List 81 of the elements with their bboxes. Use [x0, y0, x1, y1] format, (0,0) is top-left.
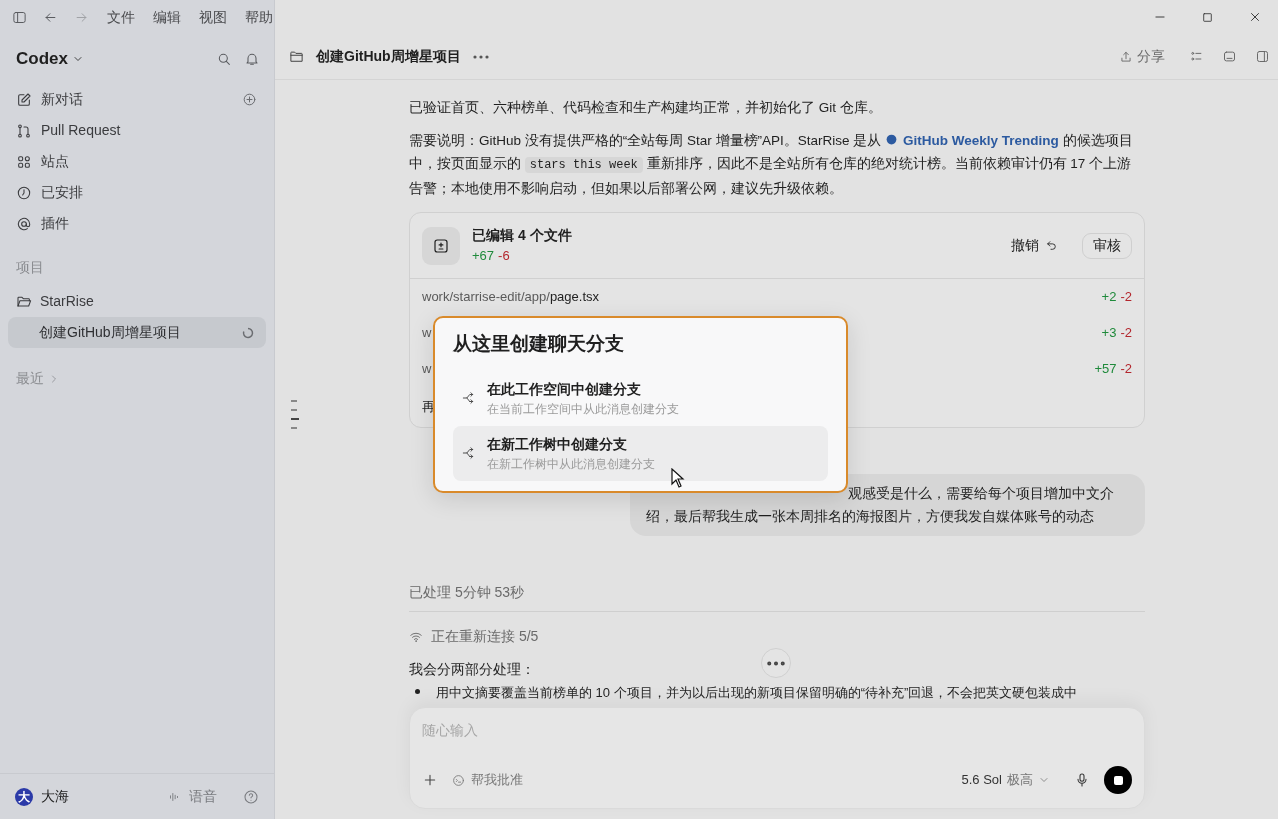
message-paragraph: 已验证首页、六种榜单、代码检查和生产构建均正常，并初始化了 Git 仓库。	[409, 99, 883, 117]
more-icon	[767, 660, 785, 666]
close-icon	[1248, 10, 1262, 24]
branch-arrow-icon	[461, 446, 475, 460]
share-button[interactable]: 分享	[1119, 46, 1165, 67]
status-text: 正在重新连接 5/5	[431, 627, 539, 646]
more-link[interactable]: 再	[422, 397, 435, 417]
menu-item[interactable]: 帮助	[245, 6, 273, 28]
upload-icon	[1119, 49, 1133, 64]
terminal-panel-icon	[1222, 49, 1237, 64]
file-path[interactable]: w	[422, 359, 432, 379]
menu-item[interactable]: 文件	[107, 6, 135, 28]
added-count: +2	[1101, 288, 1117, 307]
thread-title: 创建GitHub周增星项目	[316, 47, 461, 66]
input-field[interactable]: 随心输入	[422, 708, 1132, 752]
plus-icon	[422, 772, 438, 788]
scroll-markers-drawing	[291, 400, 299, 429]
message-paragraph: 我会分两部分处理：	[409, 660, 535, 679]
user-name: 大海	[41, 787, 69, 806]
bell-icon	[244, 51, 260, 67]
card-title: 已编辑 4 个文件	[472, 226, 572, 246]
search-icon	[216, 51, 232, 67]
removed-count: -2	[1120, 324, 1132, 343]
removed-count: -2	[1120, 288, 1132, 307]
removed-count: -6	[498, 247, 510, 266]
worked-duration: 已处理 5分钟 53秒	[409, 582, 1145, 612]
file-path[interactable]: w	[422, 323, 432, 343]
nav-item[interactable]: Pull Request	[41, 120, 121, 141]
more-icon	[472, 54, 489, 59]
plus-circle-icon	[242, 92, 257, 107]
message-paragraph: 需要说明：GitHub 没有提供严格的“全站每周 Star 增量榜”API。StarRise 是从 GitHub Weekly Trending 的候选项目中，按页面显示的 stars this week 重新排序，因此不是全站所有仓库的绝对统计榜。当前依赖审计仍有 17 个上游告警；本地使用不影响启动，但如果以后部署公网，建议先升级依赖。	[409, 132, 1134, 198]
bullet-icon	[415, 689, 420, 694]
pointer-icon	[671, 468, 685, 488]
sidebar-toggle-icon	[12, 9, 27, 25]
nav-item[interactable]: 新对话	[41, 89, 83, 110]
option-subtitle: 在新工作树中从此消息创建分支	[487, 455, 655, 473]
microphone-icon	[1074, 772, 1090, 788]
branch-arrow-icon	[461, 391, 475, 405]
option-subtitle: 在当前工作空间中从此消息创建分支	[487, 400, 679, 418]
model-selector[interactable]: 5.6 Sol 极高	[961, 770, 1050, 790]
side-panel-icon	[1255, 49, 1270, 64]
clock-icon	[16, 184, 32, 201]
popup-title: 从这里创建聊天分支	[453, 332, 625, 356]
added-count: +67	[472, 247, 495, 266]
thread-item[interactable]: 创建GitHub周增星项目	[8, 317, 266, 348]
grid-icon	[16, 153, 32, 170]
composer-field[interactable]: 随心输入 帮我批准 5.6 Sol 极高	[409, 707, 1145, 809]
at-sign-icon	[16, 215, 32, 232]
option-title: 在此工作空间中创建分支	[487, 379, 642, 399]
undo-button[interactable]: 撤销	[1011, 235, 1058, 256]
added-count: +3	[1101, 324, 1117, 343]
folder-icon	[289, 49, 304, 64]
link[interactable]: GitHub Weekly Trending	[885, 133, 1059, 148]
message-line: 观感受是什么，需要给每个项目增加中文介	[847, 484, 1115, 503]
pull-request-icon	[16, 122, 32, 139]
workspace-switcher[interactable]: Codex	[16, 46, 84, 72]
undo-icon	[1045, 239, 1058, 252]
removed-count: -2	[1120, 360, 1132, 379]
stop-button[interactable]	[1104, 766, 1132, 794]
option-title: 在新工作树中创建分支	[487, 434, 628, 454]
added-count: +57	[1094, 360, 1117, 379]
plus-minus-icon	[432, 236, 450, 255]
message-line: 绍，最后帮我生成一张本周排名的海报图片，方便我发自媒体账号的动态	[646, 507, 1095, 526]
approve-button[interactable]: 帮我批准	[452, 770, 523, 790]
review-button[interactable]: 审核	[1082, 232, 1132, 259]
shield-terminal-icon	[452, 773, 465, 787]
pencil-square-icon	[16, 91, 32, 108]
section-label: 项目	[15, 258, 45, 277]
nav-item[interactable]: 插件	[41, 213, 69, 234]
menu-item[interactable]: 视图	[199, 6, 227, 28]
bullet-text: 用中文摘要覆盖当前榜单的 10 个项目，并为以后出现的新项目保留明确的“待补充”回退，不会把英文硬包装成中	[436, 684, 1078, 702]
project-name[interactable]: StarRise	[40, 291, 94, 312]
maximize-icon	[1201, 10, 1214, 24]
more-button[interactable]	[761, 648, 791, 678]
avatar[interactable]: 大	[15, 787, 33, 806]
help-icon	[243, 788, 259, 805]
nav-item[interactable]: 已安排	[41, 182, 83, 203]
file-path[interactable]: work/starrise-edit/app/page.tsx	[422, 287, 600, 307]
nav-item[interactable]: 站点	[41, 151, 69, 172]
menu-item[interactable]: 编辑	[153, 6, 181, 28]
branch-option[interactable]: 在此工作空间中创建分支 在当前工作空间中从此消息创建分支	[453, 370, 828, 426]
